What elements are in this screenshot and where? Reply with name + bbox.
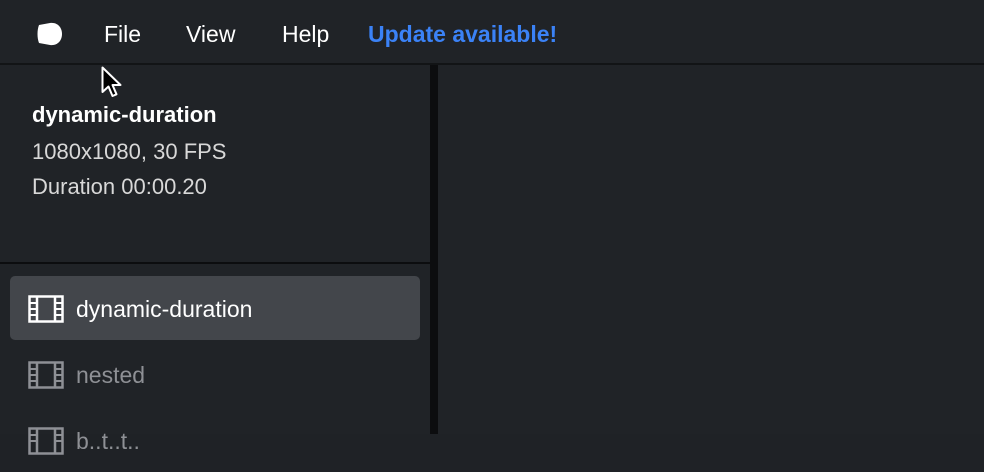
scene-item-dynamic-duration[interactable]: dynamic-duration — [10, 276, 420, 340]
menu-view[interactable]: View — [186, 20, 235, 48]
project-resolution: 1080x1080, 30 FPS — [32, 139, 227, 164]
scene-item-nested[interactable]: nested — [10, 342, 420, 406]
update-available-link[interactable]: Update available! — [368, 20, 557, 48]
project-name: dynamic-duration — [32, 102, 217, 127]
menu-help[interactable]: Help — [282, 20, 329, 48]
film-icon — [28, 361, 64, 389]
menu-bar: File View Help Update available! — [0, 0, 984, 65]
motion-canvas-logo-icon[interactable] — [34, 20, 64, 48]
scene-label: b..t..t.. — [76, 428, 140, 454]
project-duration: Duration 00:00.20 — [32, 174, 207, 199]
preview-viewport[interactable] — [438, 65, 984, 434]
menu-file[interactable]: File — [104, 20, 141, 48]
sidebar: dynamic-duration 1080x1080, 30 FPS Durat… — [0, 65, 430, 455]
project-info-panel: dynamic-duration 1080x1080, 30 FPS Durat… — [0, 65, 430, 264]
scene-label: dynamic-duration — [76, 296, 253, 322]
scene-item-third[interactable]: b..t..t.. — [10, 408, 420, 472]
scene-label: nested — [76, 362, 146, 388]
film-icon — [28, 427, 64, 455]
panel-resize-handle[interactable] — [430, 65, 438, 434]
mouse-cursor-icon — [101, 66, 122, 97]
film-icon — [28, 295, 64, 323]
